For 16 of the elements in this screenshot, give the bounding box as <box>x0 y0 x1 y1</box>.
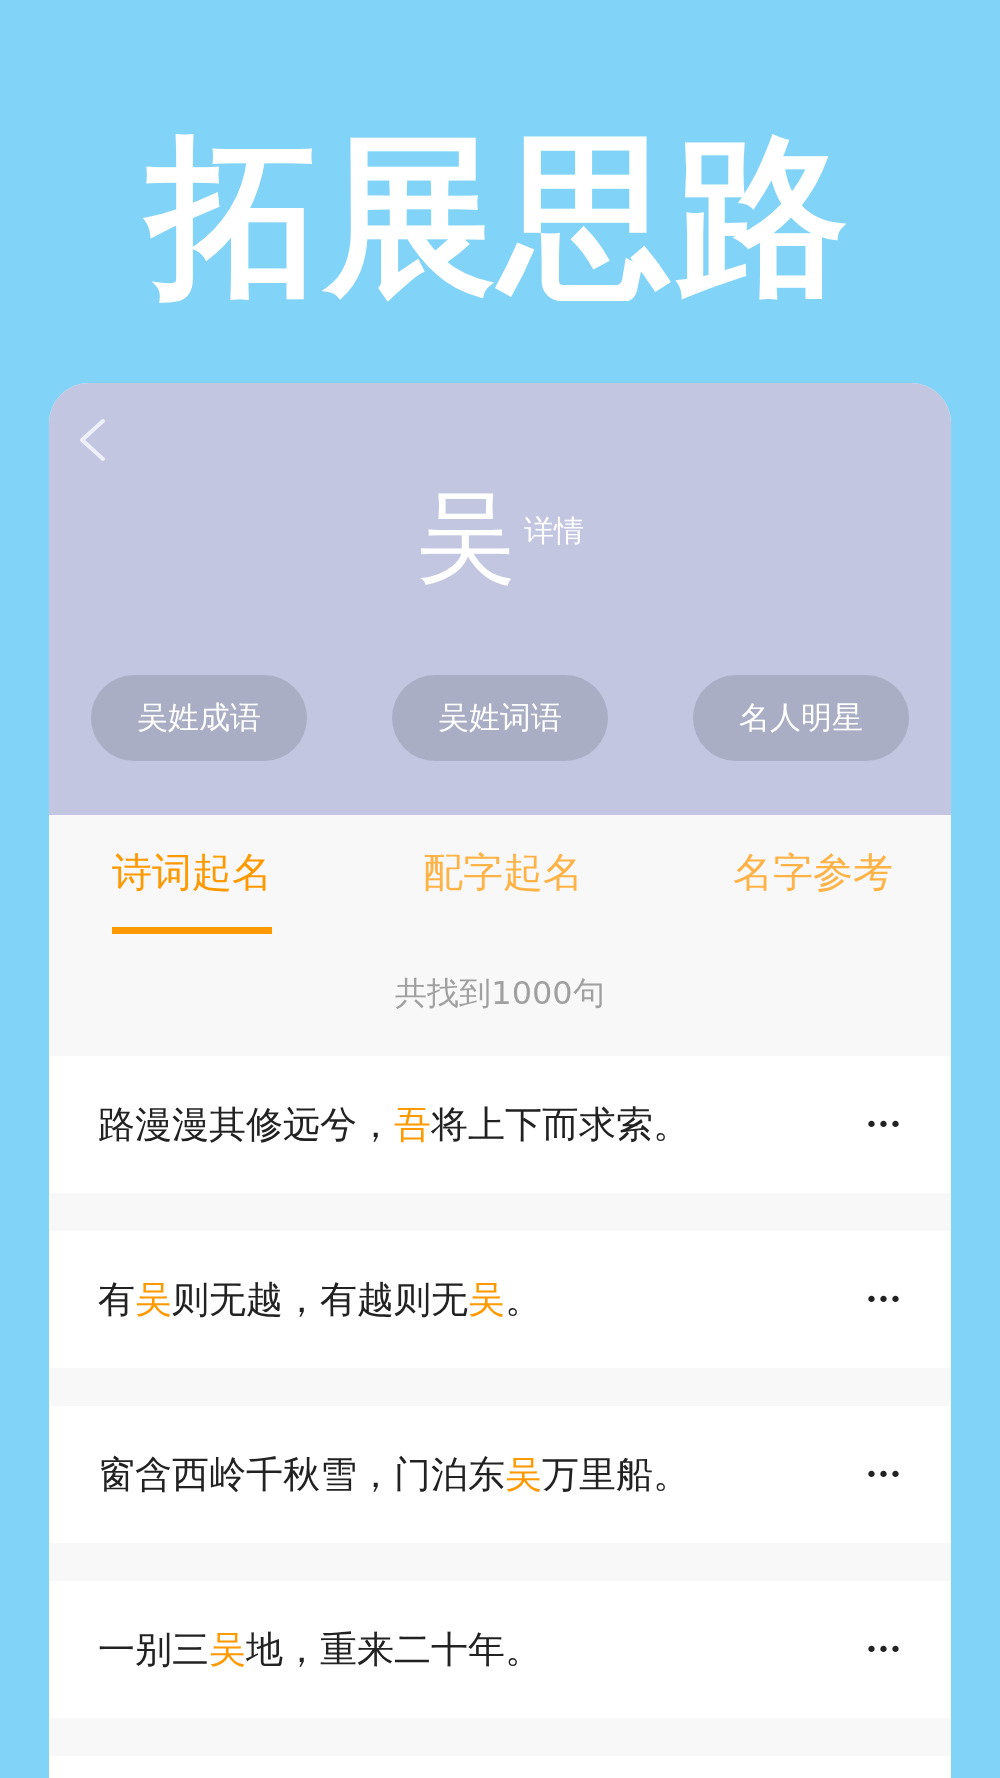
verse-row[interactable]: 一别三吴地，重来二十年。 ••• <box>49 1581 951 1718</box>
verse-row[interactable]: 路漫漫其修远兮，吾将上下而求索。 ••• <box>49 1056 951 1193</box>
verse-text: 一别三吴地，重来二十年。 <box>98 1626 542 1673</box>
headline: 拓展思路 <box>124 97 876 336</box>
back-chevron-icon[interactable] <box>77 418 107 462</box>
verse-row[interactable]: 有吴则无越，有越则无吴。 ••• <box>49 1231 951 1368</box>
more-options-button[interactable]: ••• <box>865 1637 901 1662</box>
more-options-button[interactable]: ••• <box>865 1462 901 1487</box>
more-options-button[interactable]: ••• <box>865 1287 901 1312</box>
verse-text: 有吴则无越，有越则无吴。 <box>98 1276 542 1323</box>
verse-row[interactable]: 窗含西岭千秋雪，门泊东吴万里船。 ••• <box>49 1406 951 1543</box>
surname-character: 吴 <box>416 483 516 593</box>
result-count: 共找到1000句 <box>394 973 606 1014</box>
verse-text: 路漫漫其修远兮，吾将上下而求索。 <box>98 1101 690 1148</box>
more-options-button[interactable]: ••• <box>865 1112 901 1137</box>
verse-text: 窗含西岭千秋雪，门泊东吴万里船。 <box>98 1451 690 1498</box>
